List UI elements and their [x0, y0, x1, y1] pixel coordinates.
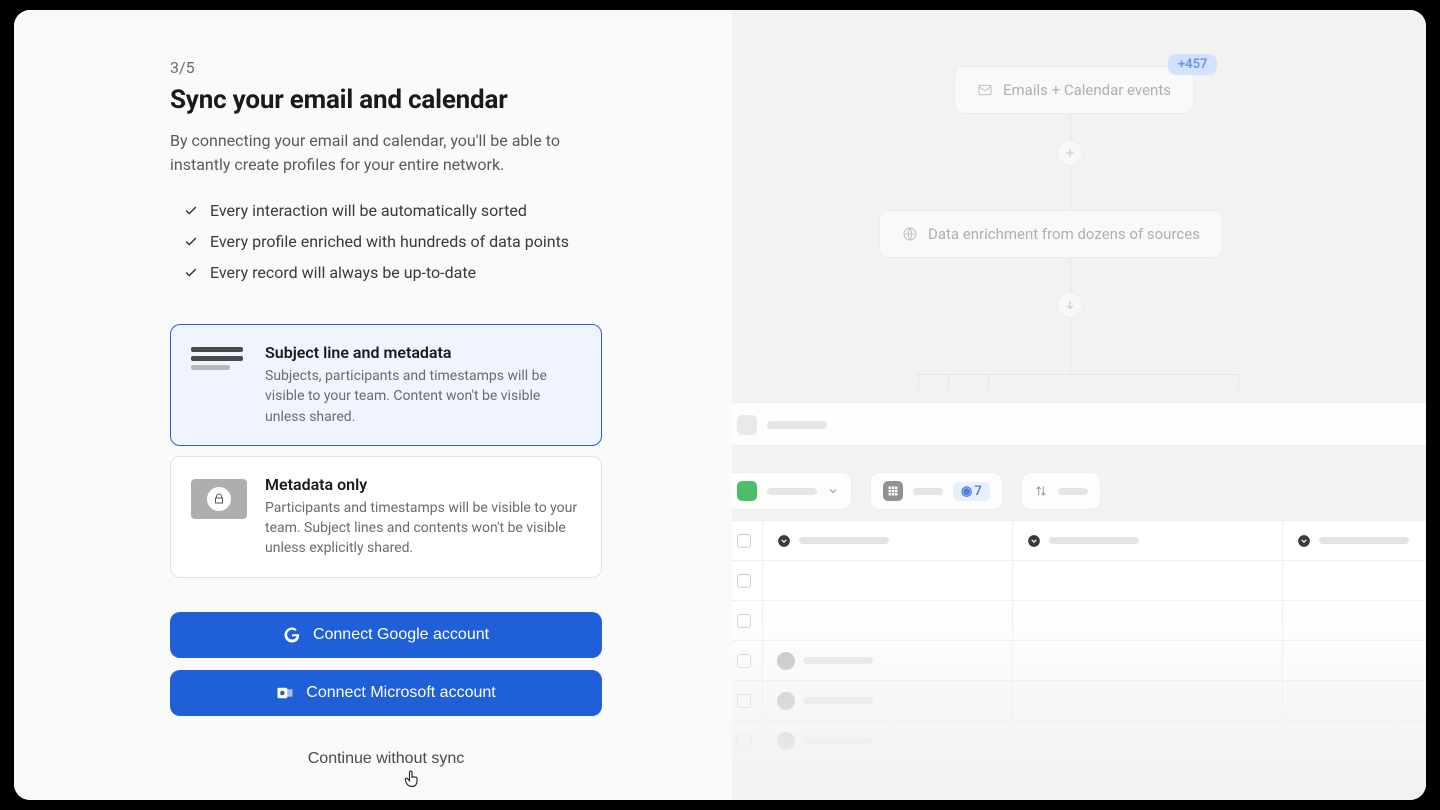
pill-label: Emails + Calendar events: [1003, 81, 1171, 99]
button-label: Connect Microsoft account: [306, 684, 495, 702]
right-panel-preview: Emails + Calendar events +457 Data enric…: [732, 10, 1426, 800]
button-label: Continue without sync: [308, 750, 465, 768]
toolbar-chip: [1021, 472, 1101, 510]
checklist: Every interaction will be automatically …: [170, 195, 602, 288]
globe-icon: [902, 226, 918, 242]
option-subject-metadata[interactable]: Subject line and metadata Subjects, part…: [170, 324, 602, 446]
checklist-text: Every record will always be up-to-date: [210, 263, 476, 282]
checklist-text: Every interaction will be automatically …: [210, 201, 527, 220]
step-indicator: 3/5: [170, 58, 602, 77]
visible-count-badge: ◉7: [953, 482, 990, 501]
preview-header-card: [732, 402, 1426, 446]
pill-label: Data enrichment from dozens of sources: [928, 225, 1200, 243]
sort-icon: [1034, 484, 1048, 498]
option-desc: Participants and timestamps will be visi…: [265, 498, 581, 559]
chevron-down-icon: [1297, 534, 1311, 548]
outlook-icon: [276, 684, 294, 702]
chevron-down-icon: [777, 534, 791, 548]
preview-table: [732, 520, 1426, 762]
chevron-down-icon: [827, 485, 839, 497]
toolbar-chip: [732, 472, 852, 510]
preview-toolbar: ◉7: [732, 472, 1426, 510]
page-title: Sync your email and calendar: [170, 85, 602, 115]
checklist-item: Every profile enriched with hundreds of …: [170, 226, 602, 257]
checkbox-icon: [737, 534, 751, 548]
checklist-item: Every record will always be up-to-date: [170, 257, 602, 288]
connect-google-button[interactable]: Connect Google account: [170, 612, 602, 658]
option-desc: Subjects, participants and timestamps wi…: [265, 366, 581, 427]
button-label: Connect Google account: [313, 626, 489, 644]
plus-node-icon: [1057, 140, 1083, 166]
lock-card-icon: [191, 479, 247, 519]
option-metadata-only[interactable]: Metadata only Participants and timestamp…: [170, 456, 602, 578]
count-badge: +457: [1168, 54, 1217, 75]
chevron-down-icon: [1027, 534, 1041, 548]
page-subtext: By connecting your email and calendar, y…: [170, 129, 602, 177]
google-icon: [283, 626, 301, 644]
mail-icon: [977, 82, 993, 98]
text-lines-icon: [191, 347, 247, 387]
check-icon: [184, 266, 198, 280]
lock-icon: [213, 493, 225, 505]
grid-icon: [883, 481, 903, 501]
toolbar-chip: ◉7: [870, 472, 1003, 510]
arrow-down-node-icon: [1057, 292, 1083, 318]
left-panel: 3/5 Sync your email and calendar By conn…: [14, 10, 732, 800]
onboarding-frame: 3/5 Sync your email and calendar By conn…: [14, 10, 1426, 800]
checklist-text: Every profile enriched with hundreds of …: [210, 232, 569, 251]
emails-calendar-pill: Emails + Calendar events: [954, 66, 1194, 114]
check-icon: [184, 235, 198, 249]
data-enrichment-pill: Data enrichment from dozens of sources: [879, 210, 1223, 258]
check-icon: [184, 204, 198, 218]
option-title: Metadata only: [265, 475, 581, 494]
connect-microsoft-button[interactable]: Connect Microsoft account: [170, 670, 602, 716]
green-square-icon: [737, 481, 757, 501]
option-title: Subject line and metadata: [265, 343, 581, 362]
cursor-hand-icon: [402, 768, 422, 790]
branch-connectors: [918, 360, 1238, 400]
continue-without-sync-button[interactable]: Continue without sync: [170, 736, 602, 782]
checklist-item: Every interaction will be automatically …: [170, 195, 602, 226]
